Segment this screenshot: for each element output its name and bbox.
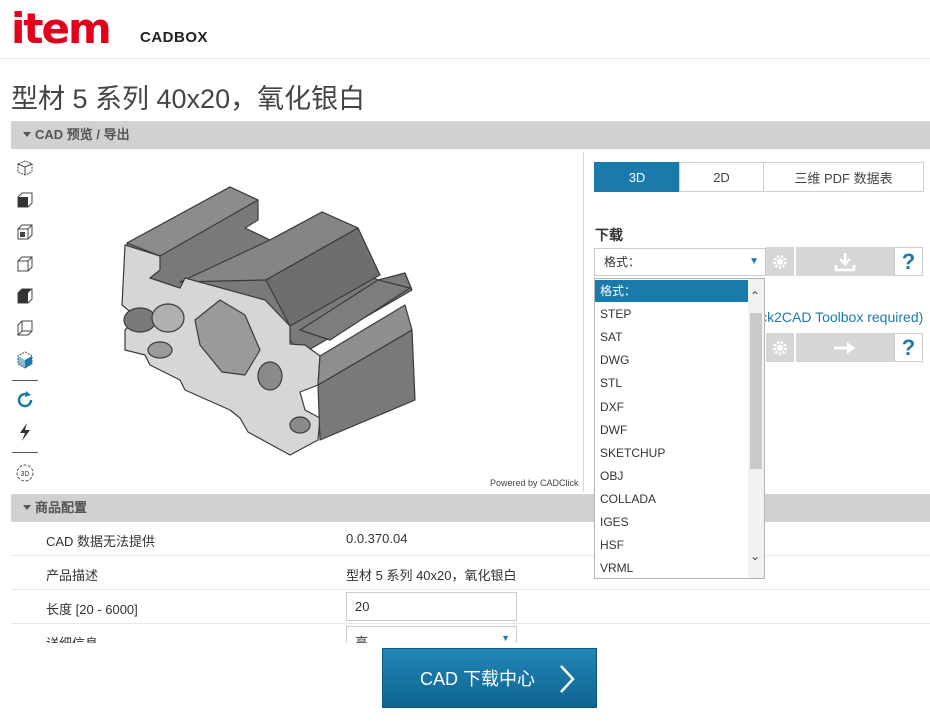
item-logo[interactable]: item: [11, 8, 112, 50]
length-input[interactable]: 20: [346, 592, 517, 621]
config-label: 产品描述: [46, 568, 99, 583]
format-option[interactable]: DWG: [595, 349, 748, 371]
config-value: 型材 5 系列 40x20，氧化银白: [346, 568, 517, 583]
scrollbar-thumb[interactable]: [750, 313, 762, 469]
tab-2d[interactable]: 2D: [679, 162, 764, 192]
iso-view-icon[interactable]: [14, 157, 36, 179]
header-divider: [0, 58, 930, 59]
format-option[interactable]: STL: [595, 372, 748, 394]
click2cad-link[interactable]: ick2CAD Toolbox required): [757, 309, 923, 325]
gear-icon: [773, 254, 787, 269]
left-view-icon[interactable]: [14, 221, 36, 243]
tab-3d[interactable]: 3D: [594, 162, 680, 192]
preview-divider: [583, 152, 584, 492]
format-dropdown-list[interactable]: 格式： STEP SAT DWG STL DXF DWF SKETCHUP OBJ COLLADA…: [594, 278, 765, 579]
back-view-icon[interactable]: [14, 317, 36, 339]
format-option[interactable]: VRML: [595, 557, 748, 578]
help-button-2[interactable]: ?: [894, 333, 923, 362]
format-option[interactable]: COLLADA: [595, 488, 748, 510]
config-row-description: 产品描述 型材 5 系列 40x20，氧化银白: [11, 556, 930, 590]
3d-icon[interactable]: 3D: [14, 462, 36, 484]
dropdown-scrollbar[interactable]: ⌃ ⌄: [748, 279, 764, 578]
format-option[interactable]: STEP: [595, 303, 748, 325]
config-label: CAD 数据无法提供: [46, 534, 156, 549]
format-option[interactable]: 格式：: [595, 280, 748, 302]
profile-extrusion-image: [121, 186, 416, 456]
send-button[interactable]: [796, 333, 894, 362]
svg-text:3D: 3D: [21, 471, 30, 478]
download-button[interactable]: [796, 247, 894, 276]
right-view-icon[interactable]: [14, 285, 36, 307]
chevron-down-icon: ▼: [749, 256, 759, 267]
top-view-icon[interactable]: [14, 253, 36, 275]
format-option[interactable]: SKETCHUP: [595, 442, 748, 464]
format-option[interactable]: DXF: [595, 396, 748, 418]
bottom-view-icon[interactable]: [14, 349, 36, 371]
product-config-title: 商品配置: [35, 500, 88, 515]
cad-3d-preview[interactable]: [46, 152, 583, 492]
page-title: 型材 5 系列 40x20，氧化银白: [11, 84, 366, 114]
format-option[interactable]: OBJ: [595, 465, 748, 487]
config-label: 长度 [20 - 6000]: [46, 602, 138, 617]
download-label: 下载: [595, 227, 623, 243]
config-value: 0.0.370.04: [346, 531, 408, 546]
cta-label: CAD 下载中心: [420, 669, 536, 689]
arrow-right-icon: [834, 341, 855, 354]
chevron-right-icon: [560, 665, 575, 693]
front-view-icon[interactable]: [14, 189, 36, 211]
toolbar-divider-2: [12, 452, 38, 453]
format-select-value: 格式：: [604, 255, 641, 269]
format-option[interactable]: DWF: [595, 419, 748, 441]
rotate-icon[interactable]: [14, 389, 36, 411]
scroll-down-icon[interactable]: ⌄: [750, 549, 760, 563]
product-config-header[interactable]: 商品配置: [11, 494, 930, 522]
collapse-triangle-icon: [23, 132, 31, 137]
format-select[interactable]: 格式： ▼: [594, 248, 766, 276]
flash-icon[interactable]: [14, 421, 36, 443]
settings-button[interactable]: [766, 247, 794, 276]
powered-by-text: Powered by CADClick: [490, 478, 579, 488]
gear-icon: [773, 340, 787, 355]
cad-section-title: CAD 预览 / 导出: [35, 127, 130, 142]
help-button[interactable]: ?: [894, 247, 923, 276]
collapse-triangle-icon: [23, 505, 31, 510]
chevron-down-icon: ▼: [501, 633, 510, 643]
view-tabs: 3D 2D 三维 PDF 数据表: [594, 162, 924, 192]
download-icon: [834, 252, 856, 271]
format-option[interactable]: HSF: [595, 534, 748, 556]
format-option[interactable]: SAT: [595, 326, 748, 348]
cadbox-label: CADBOX: [140, 29, 209, 46]
format-option[interactable]: IGES: [595, 511, 748, 533]
toolbar-divider: [12, 380, 38, 381]
config-row-cad: CAD 数据无法提供 0.0.370.04: [11, 522, 930, 556]
tab-3d-pdf[interactable]: 三维 PDF 数据表: [763, 162, 924, 192]
settings-button-2[interactable]: [766, 333, 794, 362]
cad-download-center-button[interactable]: CAD 下载中心: [382, 648, 597, 708]
scroll-up-icon[interactable]: ⌃: [750, 289, 760, 303]
cad-section-header[interactable]: CAD 预览 / 导出: [11, 121, 930, 149]
